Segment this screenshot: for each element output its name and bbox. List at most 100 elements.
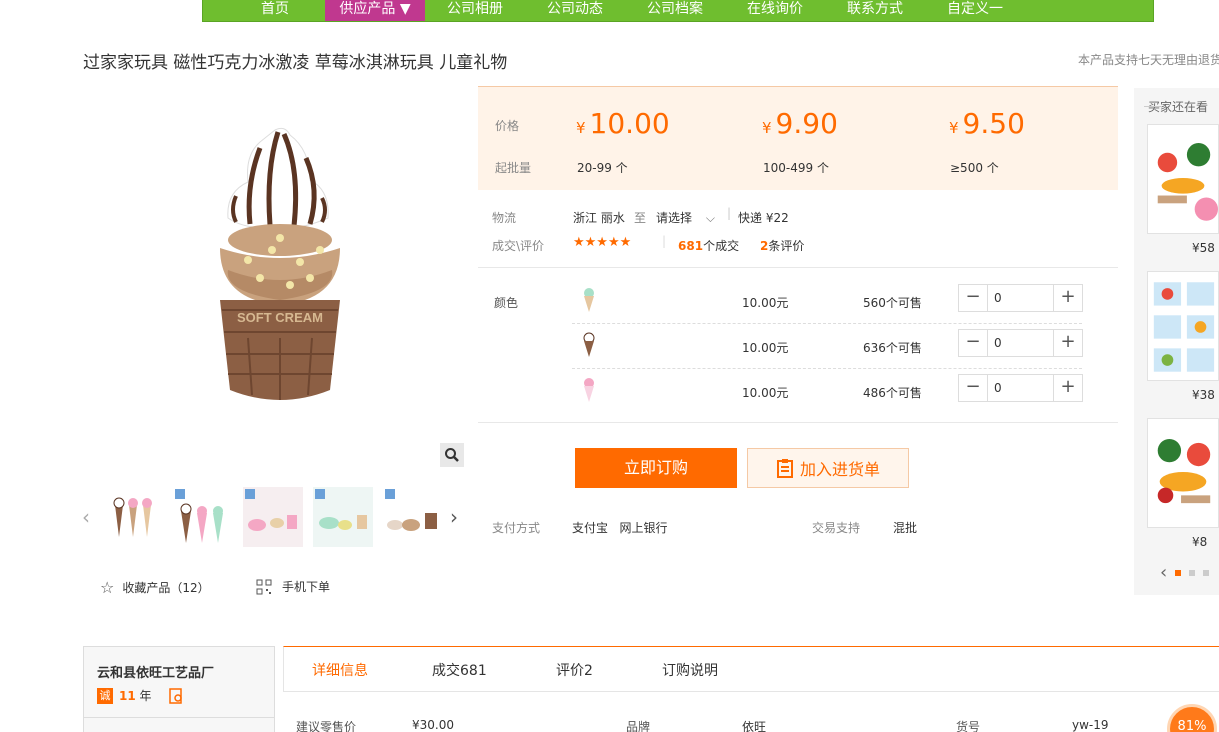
tab-order-notes[interactable]: 订购说明 — [662, 660, 718, 680]
attr-value: ¥30.00 — [412, 718, 454, 732]
mobile-order-label: 手机下单 — [282, 580, 331, 594]
recommended-price: ¥8 — [1192, 535, 1208, 549]
tier-price: ¥9.90 — [762, 107, 838, 140]
thumb-prev-icon[interactable]: ‹ — [82, 505, 90, 529]
increment-button[interactable]: + — [1054, 375, 1082, 401]
decrement-button[interactable]: − — [959, 375, 987, 401]
main-product-image[interactable]: SOFT CREAM — [160, 100, 400, 440]
qr-code-icon — [256, 579, 272, 594]
thumbnail[interactable] — [173, 487, 233, 547]
sku-stock: 560个可售 — [863, 296, 922, 310]
pager-dot[interactable] — [1203, 569, 1210, 576]
recommended-product-image[interactable] — [1147, 271, 1219, 381]
add-to-cart-button[interactable]: 加入进货单 — [747, 448, 909, 488]
tab-deals[interactable]: 成交681 — [432, 660, 487, 680]
decrement-button[interactable]: − — [959, 330, 987, 356]
recommended-price: ¥58 — [1192, 241, 1215, 255]
chevron-down-icon: ⌵ — [705, 211, 715, 225]
thumbnail[interactable] — [103, 487, 163, 547]
destination-select-label: 请选择 — [656, 211, 693, 225]
thumbnail[interactable] — [243, 487, 303, 547]
thumb-next-icon[interactable]: › — [450, 505, 458, 529]
recommended-product-image[interactable] — [1147, 124, 1219, 234]
attr-key: 品牌 — [626, 720, 651, 732]
pager-dot[interactable] — [1189, 569, 1196, 576]
pager-dot-active[interactable] — [1175, 569, 1182, 576]
sku-thumbnail[interactable] — [582, 287, 596, 313]
detail-tabs: 详细信息 成交681 评价2 订购说明 — [283, 646, 1219, 692]
logistics-label: 物流 — [492, 211, 517, 225]
nav-news[interactable]: 公司动态 — [525, 0, 625, 21]
sku-price: 10.00元 — [742, 296, 789, 310]
sku-row: 10.00元 560个可售 − 0 + — [572, 280, 1083, 324]
sku-row: 10.00元 486个可售 − 0 + — [572, 370, 1083, 414]
recommendation-title: 买家还在看 — [1143, 100, 1209, 114]
destination-select[interactable]: 请选择 ⌵ — [656, 209, 715, 226]
thumbnail-strip — [103, 487, 443, 547]
brand-text: SOFT CREAM — [237, 310, 323, 325]
nav-home[interactable]: 首页 — [225, 0, 325, 21]
return-policy-note: 本产品支持七天无理由退货 — [1078, 53, 1219, 67]
add-to-cart-label: 加入进货单 — [799, 460, 880, 479]
product-title: 过家家玩具 磁性巧克力冰激凌 草莓冰淇淋玩具 儿童礼物 — [83, 53, 508, 73]
attr-value: yw-19 — [1072, 718, 1109, 732]
quantity-stepper: − 0 + — [958, 329, 1083, 357]
tier-qty: 20-99 个 — [577, 161, 628, 175]
color-label: 颜色 — [494, 296, 519, 310]
sku-thumbnail[interactable] — [582, 332, 596, 358]
attr-key: 货号 — [956, 720, 981, 732]
divider — [478, 267, 1118, 268]
thumbnail[interactable] — [383, 487, 443, 547]
recommended-price: ¥38 — [1192, 388, 1215, 402]
divider: | — [727, 206, 732, 220]
attr-value: 依旺 — [742, 720, 767, 732]
tier-qty: 100-499 个 — [763, 161, 829, 175]
ship-from: 浙江 丽水 — [573, 211, 625, 225]
nav-products[interactable]: 供应产品 ▼ — [325, 0, 425, 21]
shop-name[interactable]: 云和县依旺工艺品厂 — [97, 662, 214, 681]
buy-now-button[interactable]: 立即订购 — [575, 448, 737, 488]
tab-reviews[interactable]: 评价2 — [556, 660, 593, 680]
price-label: 价格 — [495, 119, 520, 133]
tab-details[interactable]: 详细信息 — [312, 660, 368, 680]
divider — [478, 422, 1118, 423]
sku-stock: 486个可售 — [863, 386, 922, 400]
deal-count[interactable]: 681个成交 — [678, 237, 739, 254]
recommended-product-image[interactable] — [1147, 418, 1219, 528]
nav-inquiry[interactable]: 在线询价 — [725, 0, 825, 21]
decrement-button[interactable]: − — [959, 285, 987, 311]
nav-custom[interactable]: 自定义一 — [925, 0, 1025, 21]
mobile-order[interactable]: 手机下单 — [256, 578, 330, 595]
increment-button[interactable]: + — [1054, 330, 1082, 356]
quantity-input[interactable]: 0 — [987, 330, 1054, 356]
ship-to-word: 至 — [634, 211, 647, 225]
min-qty-label: 起批量 — [495, 161, 532, 175]
sku-thumbnail[interactable] — [582, 377, 596, 403]
payment-label: 支付方式 — [492, 521, 541, 535]
shop-card: 云和县依旺工艺品厂 诚 11 年 — [83, 646, 275, 732]
tier-price: ¥10.00 — [576, 107, 670, 140]
trade-support-value: 混批 — [893, 521, 918, 535]
nav-profile[interactable]: 公司档案 — [625, 0, 725, 21]
credit-badge-icon: 诚 — [97, 687, 113, 704]
score-badge[interactable]: 81% — [1167, 704, 1217, 732]
chevron-left-icon[interactable]: ‹ — [1160, 562, 1167, 583]
quantity-input[interactable]: 0 — [987, 285, 1054, 311]
trade-support-label: 交易支持 — [812, 521, 861, 535]
zoom-button[interactable] — [440, 443, 464, 467]
sku-price: 10.00元 — [742, 386, 789, 400]
quantity-stepper: − 0 + — [958, 284, 1083, 312]
top-nav: 首页 供应产品 ▼ 公司相册 公司动态 公司档案 在线询价 联系方式 自定义一 — [202, 0, 1154, 22]
nav-contact[interactable]: 联系方式 — [825, 0, 925, 21]
favorite-product[interactable]: ☆ 收藏产品（12） — [100, 578, 210, 597]
quantity-input[interactable]: 0 — [987, 375, 1054, 401]
tier-price: ¥9.50 — [949, 107, 1025, 140]
rating-stars: ★★★★★ — [573, 235, 632, 250]
review-count[interactable]: 2条评价 — [760, 237, 804, 254]
thumbnail[interactable] — [313, 487, 373, 547]
increment-button[interactable]: + — [1054, 285, 1082, 311]
express-fee: 快递 ¥22 — [738, 211, 789, 225]
magnifier-icon — [445, 448, 459, 462]
star-outline-icon: ☆ — [100, 578, 115, 597]
nav-album[interactable]: 公司相册 — [425, 0, 525, 21]
